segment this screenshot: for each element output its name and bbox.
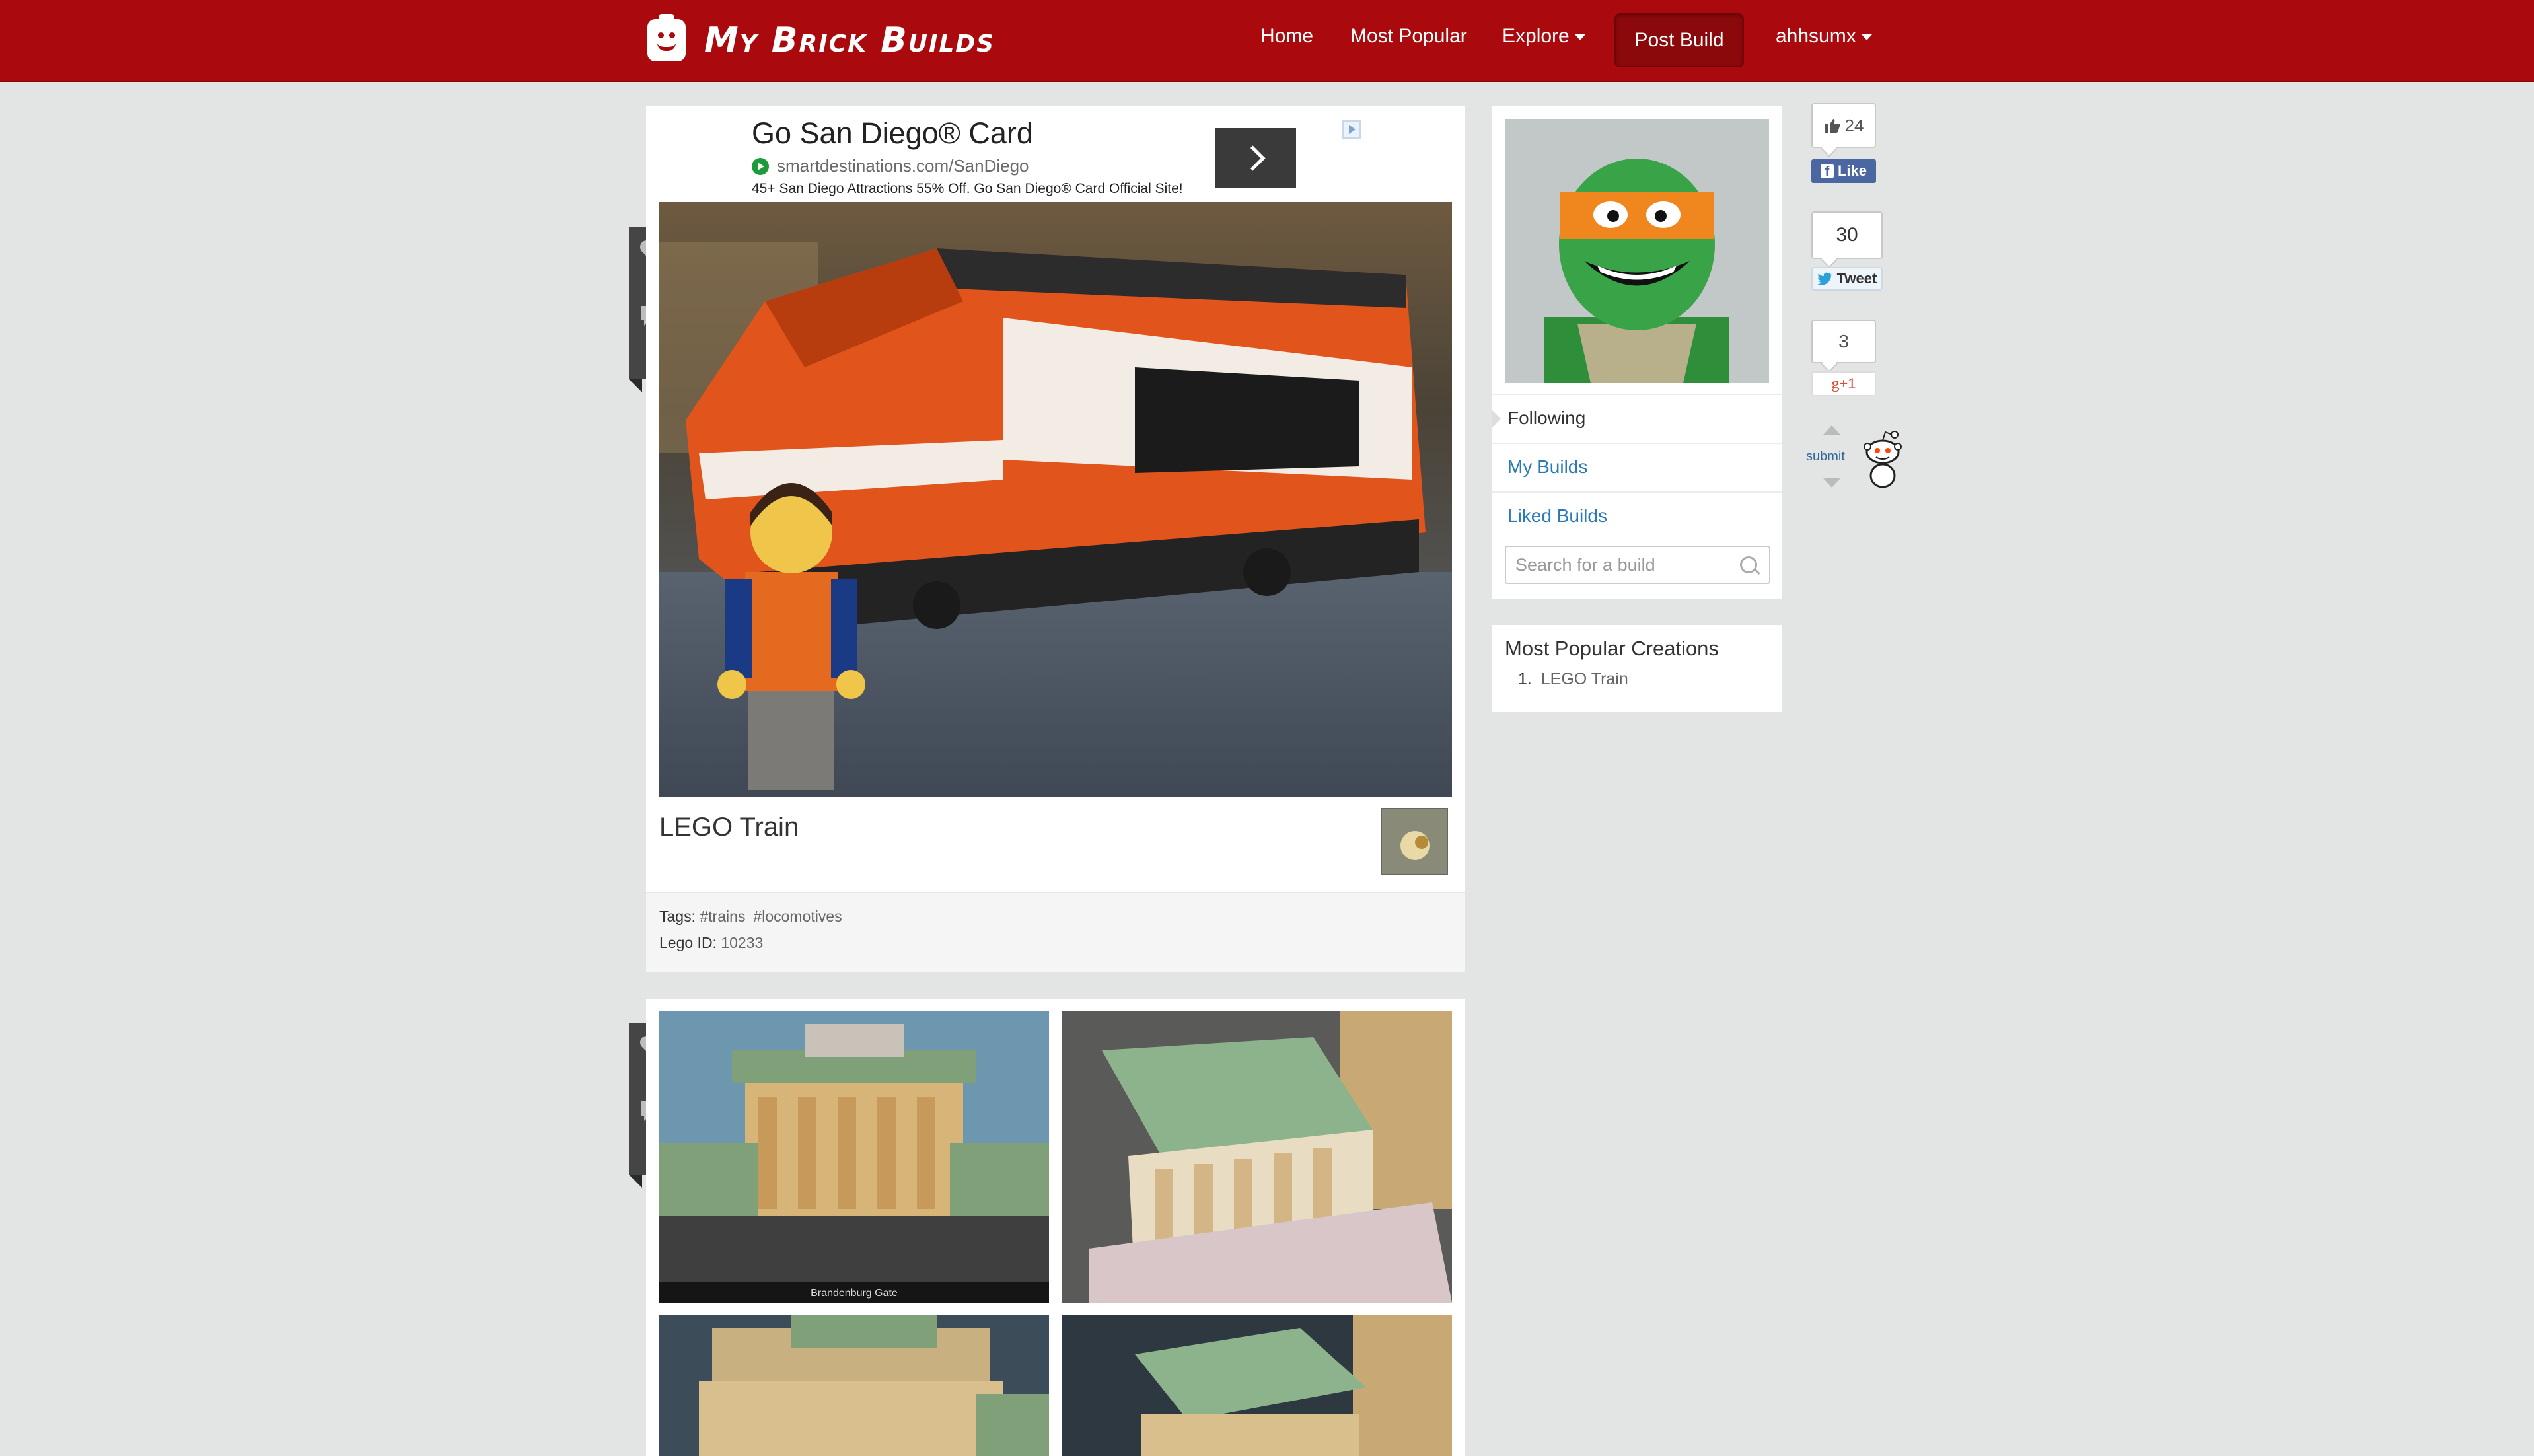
tweet-count: 30 [1836,224,1858,246]
tweet-button[interactable]: Tweet [1811,267,1883,291]
sidebar-item-my-builds[interactable]: My Builds [1492,443,1782,490]
facebook-like-button[interactable]: f Like [1811,159,1876,183]
sidebar-item-following[interactable]: Following [1492,394,1782,441]
gplus-button[interactable]: g +1 [1811,371,1876,396]
user-menu-dropdown[interactable]: ahhsumx [1776,25,1872,48]
twitter-bird-icon [1817,272,1832,285]
post-build-button[interactable]: Post Build [1614,13,1744,67]
gplus-count: 3 [1838,331,1849,351]
facebook-icon: f [1820,164,1834,179]
adchoices-icon[interactable] [1342,120,1361,139]
downvote-arrow-icon[interactable] [1823,478,1840,488]
lego-train-image [659,202,1452,797]
caret-down-icon [1861,34,1872,40]
search-icon[interactable] [1740,556,1757,573]
fb-like-label: Like [1837,163,1867,179]
build-photo[interactable]: Brandenburg Gate [659,1011,1049,1303]
profile-sidebar: Following My Builds Liked Builds Search … [1492,106,1782,599]
gplus-count-box: 3 [1811,320,1876,363]
gplus-icon: g [1831,375,1840,392]
user-name: ahhsumx [1776,25,1856,47]
profile-avatar[interactable] [1505,119,1769,383]
ad-title[interactable]: Go San Diego® Card [752,116,1033,151]
nav-explore-dropdown[interactable]: Explore [1502,25,1585,48]
tag-link[interactable]: #trains [700,908,745,925]
popular-list-item[interactable]: 1. LEGO Train [1518,670,1628,689]
tag-link[interactable]: #locomotives [753,908,842,925]
build-photo[interactable] [1062,1011,1452,1303]
lego-head-icon [647,14,686,61]
ad-url[interactable]: smartdestinations.com/SanDiego [752,156,1029,176]
build-photo[interactable] [1062,1315,1452,1456]
popular-item-name: LEGO Train [1540,670,1628,688]
tweet-label: Tweet [1836,270,1877,287]
most-popular-panel: Most Popular Creations 1. LEGO Train [1492,625,1782,712]
lego-id-line: Lego ID: 10233 [659,934,771,952]
upvote-arrow-icon[interactable] [1823,425,1840,435]
build-photo[interactable] [659,202,1452,797]
go-arrow-icon [752,157,769,175]
brand-name: My Brick Builds [704,20,996,60]
ad-url-text: smartdestinations.com/SanDiego [777,156,1029,176]
thumbs-up-icon [1825,119,1840,133]
build-card: Go San Diego® Card smartdestinations.com… [646,106,1465,972]
popular-rank: 1. [1518,670,1532,688]
reddit-submit-widget[interactable]: submit [1803,425,1909,498]
sidebar-item-liked-builds[interactable]: Liked Builds [1492,491,1782,539]
fb-count: 24 [1844,115,1864,135]
build-photo[interactable] [659,1315,1049,1456]
reddit-submit-label[interactable]: submit [1806,449,1845,464]
nav-home[interactable]: Home [1260,25,1313,48]
build-search-input[interactable]: Search for a build [1505,546,1770,584]
nav-most-popular[interactable]: Most Popular [1350,25,1467,48]
tags-line: Tags: #trains #locomotives [659,908,850,926]
build-card: Brandenburg Gate [646,999,1465,1456]
author-avatar[interactable] [1381,808,1448,875]
build-title[interactable]: LEGO Train [659,813,799,842]
nav-explore-label: Explore [1502,25,1570,47]
caret-down-icon [1574,34,1585,40]
tweet-count-box: 30 [1811,211,1883,259]
ad-description: 45+ San Diego Attractions 55% Off. Go Sa… [752,181,1183,196]
chevron-right-icon [1239,145,1266,171]
reddit-alien-icon [1864,431,1902,488]
build-meta: Tags: #trains #locomotives Lego ID: 10233 [646,892,1465,972]
most-popular-title: Most Popular Creations [1505,637,1719,660]
lego-id-label: Lego ID: [659,934,717,951]
brand-logo[interactable]: My Brick Builds [647,14,996,63]
fb-like-count: 24 [1811,103,1876,148]
brandenburg-gate-caption: Brandenburg Gate [811,1288,898,1299]
gplus-label: +1 [1839,375,1856,392]
lego-id-link[interactable]: 10233 [721,934,763,951]
search-placeholder: Search for a build [1515,554,1655,575]
tags-label: Tags: [659,908,696,925]
top-navbar: My Brick Builds Home Most Popular Explor… [0,0,2534,82]
ad-next-button[interactable] [1215,128,1296,188]
